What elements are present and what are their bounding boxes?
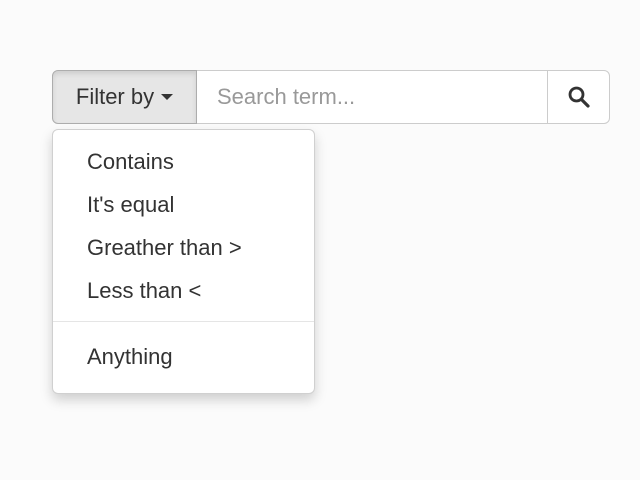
search-button[interactable]	[547, 70, 610, 124]
menu-divider	[53, 321, 314, 322]
search-icon	[568, 86, 590, 108]
menu-item-greater-than[interactable]: Greather than >	[53, 226, 314, 269]
menu-item-less-than[interactable]: Less than <	[53, 269, 314, 312]
filter-by-label: Filter by	[75, 84, 155, 109]
search-input[interactable]	[197, 70, 547, 124]
filter-dropdown-menu: Contains It's equal Greather than > Less…	[52, 129, 315, 394]
menu-item-its-equal[interactable]: It's equal	[53, 183, 314, 226]
menu-item-contains[interactable]: Contains	[53, 140, 314, 183]
caret-down-icon	[161, 94, 174, 100]
search-input-group: Filter by	[52, 70, 610, 124]
page: Filter by Contains It's equal Greather t…	[0, 0, 640, 480]
filter-by-dropdown-button[interactable]: Filter by	[52, 70, 197, 124]
menu-item-anything[interactable]: Anything	[53, 335, 314, 378]
